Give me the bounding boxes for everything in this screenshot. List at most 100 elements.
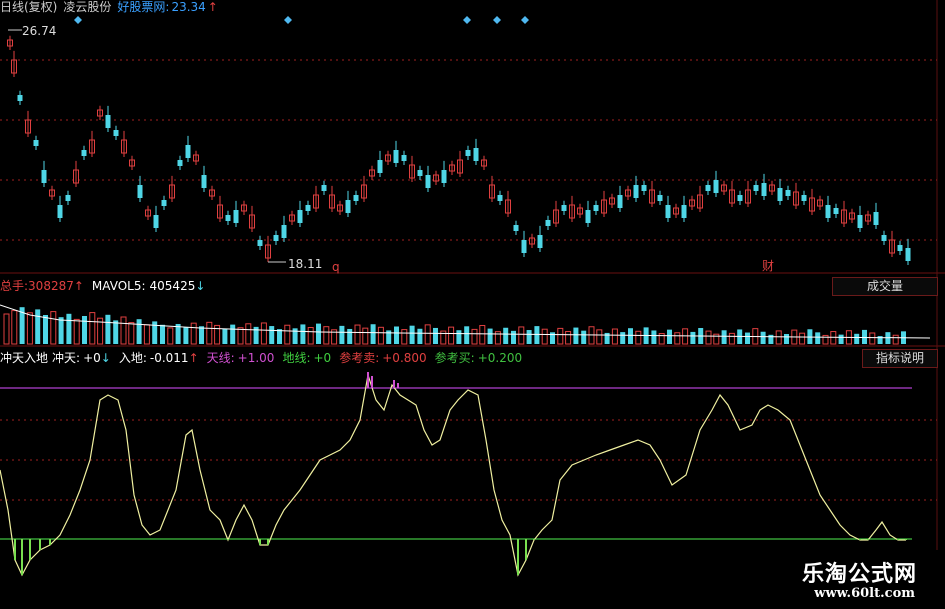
candle-body	[665, 205, 671, 218]
volume-bar	[721, 330, 727, 344]
volume-bar	[635, 330, 642, 345]
candle-body	[393, 150, 399, 163]
volume-bar	[66, 313, 72, 344]
dixian-label: 地线:	[282, 351, 311, 365]
candle-body	[761, 183, 767, 196]
candle-body	[273, 235, 279, 241]
candle-body	[321, 185, 327, 191]
volume-bar	[277, 329, 282, 344]
candle-body	[201, 175, 207, 188]
volume-bar	[339, 325, 345, 344]
candle-body	[801, 195, 807, 201]
candle-body	[641, 185, 647, 191]
sell-value: +0.800	[382, 351, 427, 365]
volume-bar	[362, 327, 369, 345]
volume-button[interactable]: 成交量	[832, 277, 938, 296]
volume-bar	[799, 332, 806, 345]
tianxian-value: +1.00	[237, 351, 275, 365]
volume-bar	[347, 328, 353, 344]
candle-body	[257, 240, 263, 246]
volume-bar	[58, 317, 64, 344]
candle-body	[17, 95, 23, 101]
chart-canvas[interactable]	[0, 0, 945, 609]
buy-value: +0.200	[477, 351, 523, 365]
volume-bar	[11, 310, 18, 345]
volume-bar	[300, 324, 306, 344]
volume-bar	[35, 309, 41, 344]
chongtian-label: 冲天:	[52, 351, 81, 365]
volume-header: 总手:308287↑ MAVOL5: 405425↓	[0, 279, 205, 293]
volume-bar	[667, 329, 672, 344]
candle-body	[681, 205, 687, 218]
volume-bar	[518, 326, 525, 345]
volume-bar	[82, 316, 87, 344]
candle-body	[177, 160, 183, 166]
signal-diamond-icon	[521, 16, 529, 24]
volume-bar	[456, 330, 462, 344]
volume-bar	[705, 330, 712, 345]
volume-bar	[26, 312, 33, 345]
candle-body	[657, 195, 663, 201]
candle-body	[753, 185, 759, 191]
volume-bar	[113, 320, 119, 344]
volume-bar	[260, 322, 267, 345]
volume-bar	[354, 324, 361, 345]
candle-body	[417, 170, 423, 176]
candle-body	[233, 210, 239, 223]
volume-bar	[628, 328, 633, 344]
volume-bar	[433, 327, 438, 344]
volume-bar	[377, 326, 384, 345]
candle-body	[561, 205, 567, 211]
candle-body	[617, 195, 623, 208]
candle-body	[401, 155, 407, 161]
candle-body	[297, 210, 303, 223]
candle-body	[65, 195, 71, 201]
volume-bar	[854, 333, 860, 344]
rudi-value: -0.011	[149, 351, 189, 365]
volume-bar	[464, 326, 470, 344]
volume-bar	[448, 326, 455, 345]
volume-bar	[760, 331, 766, 344]
chongtian-value: +0	[83, 351, 101, 365]
indicator-header: 冲天入地 冲天: +0↓ 入地: -0.011↑ 天线: +1.00 地线: +0 参考卖: +0.…	[0, 351, 522, 365]
volume-bar	[611, 328, 618, 345]
buy-label: 参考买:	[434, 351, 475, 365]
indicator-name: 冲天入地	[0, 351, 49, 365]
volume-bar	[89, 312, 96, 345]
candle-body	[897, 245, 903, 251]
candle-body	[81, 150, 87, 156]
volume-bar	[128, 322, 135, 345]
indicator-help-button[interactable]: 指标说明	[862, 349, 938, 368]
candle-body	[441, 170, 447, 183]
candle-body	[113, 130, 119, 136]
candle-body	[377, 160, 383, 173]
volume-bar	[471, 328, 478, 345]
volume-bar	[43, 315, 48, 344]
candle-body	[425, 175, 431, 188]
signal-diamond-icon	[463, 16, 471, 24]
candle-body	[833, 208, 839, 214]
volume-bar	[775, 330, 782, 345]
volume-bar	[815, 332, 821, 344]
volume-bar	[105, 314, 111, 344]
candle-body	[185, 145, 191, 158]
volume-bar	[136, 319, 142, 344]
low-price-label: 18.11	[288, 257, 323, 271]
candle-body	[153, 215, 159, 228]
volume-bar	[869, 332, 876, 345]
volume-bar	[682, 328, 689, 345]
candle-body	[785, 190, 791, 196]
volume-bar	[784, 334, 789, 344]
volume-bar	[417, 328, 423, 344]
volume-bar	[620, 332, 626, 344]
volume-bar	[245, 323, 252, 345]
marker-cai: 财	[762, 259, 775, 273]
candle-body	[881, 235, 887, 241]
volume-bar	[237, 327, 244, 345]
mavol-label: MAVOL5:	[91, 279, 146, 293]
indicator-line	[0, 374, 906, 577]
volume-bar	[541, 328, 548, 345]
candle-body	[521, 240, 527, 253]
watermark-name: 乐淘公式网	[801, 561, 917, 587]
volume-bar	[503, 327, 509, 344]
